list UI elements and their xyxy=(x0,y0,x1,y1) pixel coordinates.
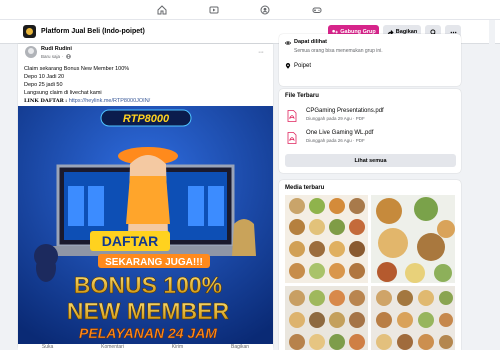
food-photo-collage xyxy=(376,197,455,283)
promo-service: PELAYANAN 24 JAM xyxy=(79,325,217,341)
promo-sekarang: SEKARANG JUGA!!! xyxy=(98,254,210,268)
promo-banner-graphic: RTP8000 DAFTAR SEKARANG JUGA!!! BONUS 10… xyxy=(18,106,273,344)
file-name[interactable]: One Live Gaming WL.pdf xyxy=(306,130,373,136)
link-separator: : xyxy=(65,98,68,104)
pdf-icon xyxy=(287,110,297,122)
visibility-title: Dapat dilihat xyxy=(294,39,328,45)
top-navigation xyxy=(0,0,500,20)
media-thumbnail[interactable] xyxy=(371,286,455,350)
file-meta: Diunggah pada 26 Agu · PDF xyxy=(306,138,365,143)
group-thumbnail[interactable] xyxy=(23,25,36,38)
avatar[interactable] xyxy=(25,46,37,58)
post-link[interactable]: https://heylink.me/RTP8000JOIN/ xyxy=(69,98,151,104)
post-line: Langsung claim di livechat kami xyxy=(24,90,102,96)
post-share-button[interactable]: Bagikan xyxy=(231,344,249,350)
eye-icon xyxy=(285,41,291,45)
location-icon xyxy=(285,63,291,69)
media-title: Media terbaru xyxy=(285,185,325,191)
like-button[interactable]: Suka xyxy=(42,344,53,350)
post-author[interactable]: Rudi Rudini xyxy=(41,46,72,52)
group-location[interactable]: Poipet xyxy=(294,63,311,69)
file-meta: Diunggah pada 29 Agu · PDF xyxy=(306,116,365,121)
svg-text:SEKARANG JUGA!!!: SEKARANG JUGA!!! xyxy=(105,257,203,268)
promo-bonus-line1: BONUS 100% xyxy=(74,272,222,298)
page-scrollbar[interactable] xyxy=(489,20,495,350)
svg-text:RTP8000: RTP8000 xyxy=(123,113,170,125)
pdf-icon xyxy=(287,132,297,144)
groups-icon[interactable] xyxy=(259,5,271,15)
post-image[interactable]: RTP8000 DAFTAR SEKARANG JUGA!!! BONUS 10… xyxy=(18,106,273,344)
gaming-icon[interactable] xyxy=(311,5,323,15)
media-thumbnail[interactable] xyxy=(285,286,368,350)
group-title[interactable]: Platform Jual Beli (Indo-poipet) xyxy=(41,28,145,35)
promo-logo: RTP8000 xyxy=(100,109,192,127)
video-icon[interactable] xyxy=(208,5,220,15)
media-thumbnail[interactable] xyxy=(285,195,368,283)
see-all-files-button[interactable]: Lihat semua xyxy=(285,154,456,167)
send-button[interactable]: Kirim xyxy=(172,344,183,350)
food-photo-grid xyxy=(289,290,365,350)
comment-button[interactable]: Komentari xyxy=(101,344,124,350)
link-label: LINK DAFTAR xyxy=(24,98,64,104)
food-photo-grid xyxy=(376,290,453,350)
file-name[interactable]: CPGaming Presentations.pdf xyxy=(306,108,384,114)
food-photo-grid xyxy=(289,198,365,279)
post-meta: Baru saja · xyxy=(41,54,71,59)
post-body: Claim sekarang Bonus New Member 100% Dep… xyxy=(24,65,264,105)
visibility-desc: Semua orang bisa menemukan grup ini. xyxy=(294,48,383,54)
home-icon[interactable] xyxy=(156,5,168,15)
media-thumbnail[interactable] xyxy=(371,195,455,283)
promo-bonus-line2: NEW MEMBER xyxy=(67,298,230,324)
post-options-button[interactable]: ··· xyxy=(258,49,264,56)
post-link-line: LINK DAFTAR : https://heylink.me/RTP8000… xyxy=(24,97,264,105)
promo-daftar: DAFTAR xyxy=(90,231,170,251)
post-timestamp[interactable]: Baru saja xyxy=(41,54,60,59)
post-line: Claim sekarang Bonus New Member 100% xyxy=(24,66,130,72)
post-actions: Suka Komentari Kirim Bagikan xyxy=(18,344,273,350)
globe-icon xyxy=(65,54,71,59)
svg-text:DAFTAR: DAFTAR xyxy=(102,233,159,249)
post-line: Depo 25 jadi 50 xyxy=(24,82,63,88)
files-title: File Terbaru xyxy=(285,93,319,99)
post-line: Depo 10 Jadi 20 xyxy=(24,74,65,80)
